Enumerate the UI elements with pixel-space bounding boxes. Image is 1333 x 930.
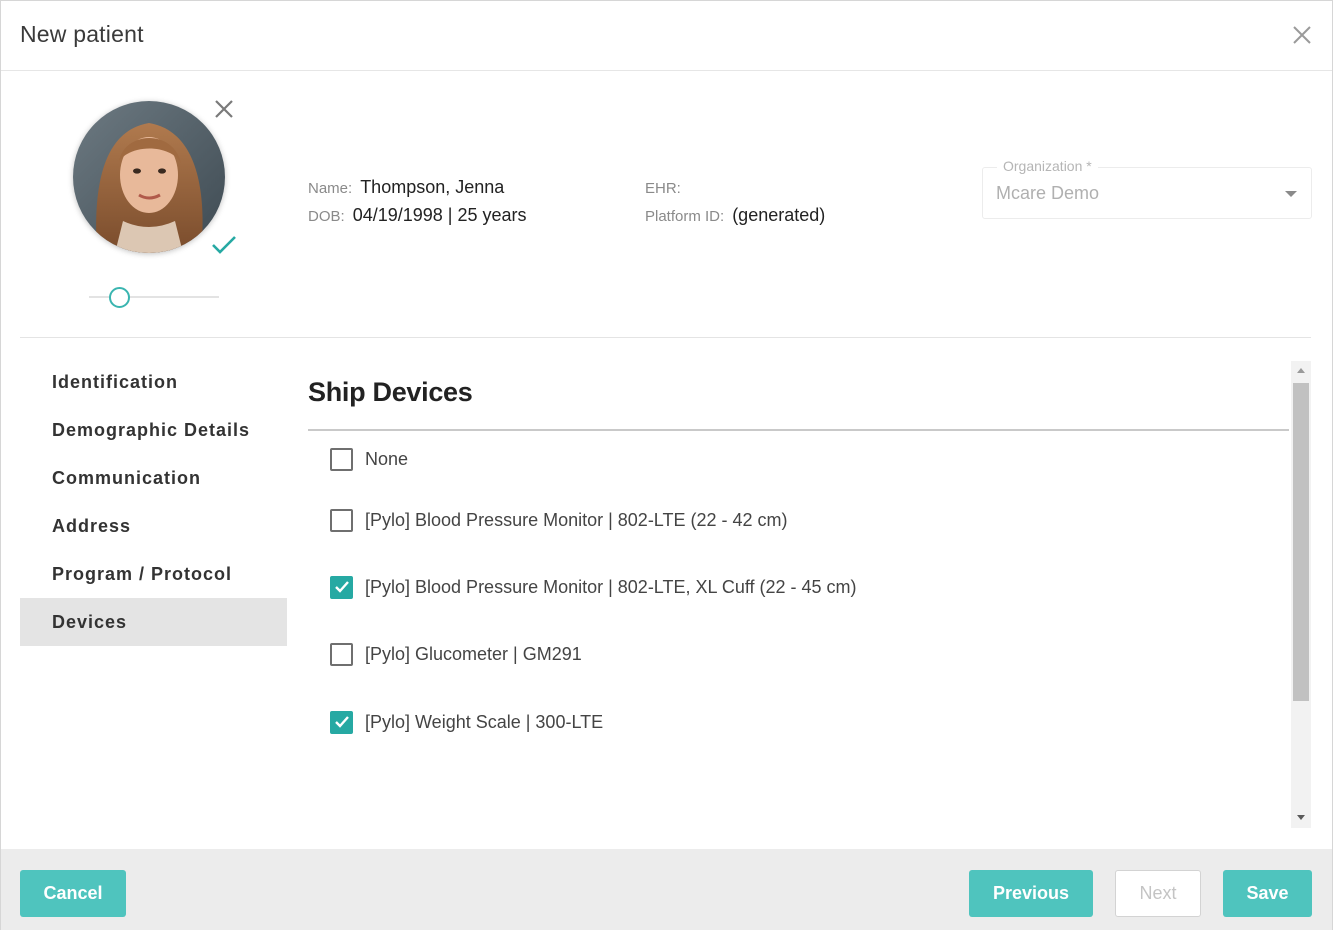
patient-ehr: EHR: [645,177,689,198]
checkbox[interactable] [330,447,353,471]
device-option-bp-802-lte-xl[interactable]: [Pylo] Blood Pressure Monitor | 802-LTE,… [330,575,857,599]
checkbox[interactable] [330,508,353,532]
sidebar-item-demographic-details[interactable]: Demographic Details [20,406,287,454]
cancel-button[interactable]: Cancel [20,870,126,917]
organization-select[interactable]: Organization * Mcare Demo [982,158,1312,219]
scroll-up-icon[interactable] [1297,368,1305,373]
avatar-photo [73,101,225,253]
checkmark-icon[interactable] [209,233,239,257]
checkbox-checked[interactable] [330,575,353,599]
organization-label: Organization * [997,158,1098,174]
slider-thumb[interactable] [109,287,130,308]
sidebar-item-identification[interactable]: Identification [20,358,287,406]
name-label: Name: [308,180,353,197]
sidebar-item-address[interactable]: Address [20,502,287,550]
save-button[interactable]: Save [1223,870,1312,917]
device-option-label: [Pylo] Blood Pressure Monitor | 802-LTE … [365,509,788,530]
scroll-down-icon[interactable] [1297,815,1305,820]
device-option-weight-scale[interactable]: [Pylo] Weight Scale | 300-LTE [330,710,603,734]
checkmark-icon [334,581,349,593]
organization-value: Mcare Demo [996,183,1100,203]
caret-down-icon [1285,191,1297,197]
scrollbar-thumb[interactable] [1293,383,1309,701]
checkbox-checked[interactable] [330,710,353,734]
device-option-label: [Pylo] Weight Scale | 300-LTE [365,711,604,732]
previous-button[interactable]: Previous [969,870,1093,917]
photo-zoom-slider[interactable] [89,286,219,310]
section-rule [308,429,1289,431]
patient-platform-id: Platform ID: (generated) [645,205,825,226]
sidebar-item-communication[interactable]: Communication [20,454,287,502]
section-title: Ship Devices [308,377,473,407]
avatar[interactable] [73,101,225,253]
platform-id-value: (generated) [732,205,826,225]
dialog-title: New patient [20,21,144,47]
patient-dob: DOB: 04/19/1998 | 25 years [308,205,527,226]
device-option-label: None [365,448,409,469]
next-button[interactable]: Next [1115,870,1201,917]
checkmark-icon [334,716,349,728]
avatar-container [73,101,231,259]
device-option-label: [Pylo] Blood Pressure Monitor | 802-LTE,… [365,576,857,597]
sidebar-item-devices[interactable]: Devices [20,598,287,646]
content-scrollbar[interactable] [1291,361,1311,828]
device-option-none[interactable]: None [330,447,408,471]
ehr-label: EHR: [645,180,681,197]
dialog-header: New patient [1,1,1332,71]
name-value: Thompson, Jenna [360,177,505,197]
device-option-glucometer[interactable]: [Pylo] Glucometer | GM291 [330,642,582,666]
device-option-label: [Pylo] Glucometer | GM291 [365,643,582,664]
dob-label: DOB: [308,208,345,225]
dob-value: 04/19/1998 | 25 years [352,205,527,225]
section-divider [20,337,1311,338]
remove-photo-icon[interactable] [211,96,237,122]
device-option-bp-802-lte[interactable]: [Pylo] Blood Pressure Monitor | 802-LTE … [330,508,788,532]
patient-name: Name: Thompson, Jenna [308,177,504,198]
new-patient-dialog: New patient Name: Thompson, Jenna DOB: 0… [0,0,1333,930]
dialog-footer: Cancel Previous Next Save [1,849,1332,930]
close-icon[interactable] [1290,23,1314,47]
sidebar-item-program-protocol[interactable]: Program / Protocol [20,550,287,598]
platform-id-label: Platform ID: [645,208,725,225]
sidebar-nav: Identification Demographic Details Commu… [20,358,287,646]
checkbox[interactable] [330,642,353,666]
